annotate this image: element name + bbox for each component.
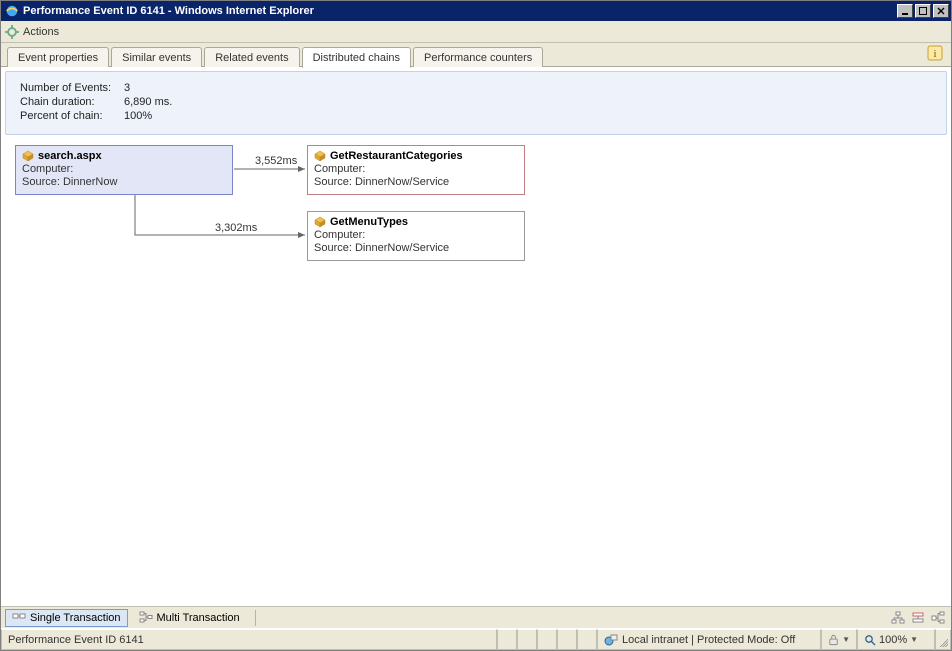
node-gmt-source-label: Source:: [314, 242, 352, 254]
node-gmt-computer-label: Computer:: [314, 229, 365, 241]
content-toolbar: Single Transaction Multi Transaction: [1, 606, 951, 628]
layout-button-3[interactable]: [929, 609, 947, 627]
node-search-computer-label: Computer:: [22, 163, 73, 175]
resize-grip[interactable]: [935, 629, 951, 650]
node-get-menu-types[interactable]: GetMenuTypes Computer: Source: DinnerNow…: [307, 211, 525, 261]
ie-icon: [5, 4, 19, 18]
status-pane-4: [557, 629, 577, 650]
summary-percent-value: 100%: [124, 110, 152, 122]
help-icon[interactable]: i: [927, 45, 943, 61]
window-title: Performance Event ID 6141 - Windows Inte…: [23, 5, 314, 17]
node-search-source-value: DinnerNow: [63, 176, 117, 188]
tree-icon: [891, 611, 905, 625]
status-pane-2: [517, 629, 537, 650]
tab-performance-counters[interactable]: Performance counters: [413, 47, 543, 67]
summary-percent-label: Percent of chain:: [20, 110, 124, 122]
dropdown-icon: ▼: [910, 635, 918, 644]
summary-events-value: 3: [124, 82, 130, 94]
tab-event-properties[interactable]: Event properties: [7, 47, 109, 67]
lock-icon: [828, 634, 839, 646]
node-gmt-title: GetMenuTypes: [330, 216, 408, 228]
tab-bar: Event properties Similar events Related …: [1, 43, 951, 67]
edge-1-label: 3,552ms: [255, 155, 297, 167]
status-pane-1: [497, 629, 517, 650]
toolbar-separator: [255, 610, 256, 626]
window-titlebar: Performance Event ID 6141 - Windows Inte…: [1, 1, 951, 21]
status-zone[interactable]: Local intranet | Protected Mode: Off: [597, 629, 821, 650]
tree-collapse-icon: [911, 611, 925, 625]
intranet-icon: [604, 633, 618, 647]
single-transaction-button[interactable]: Single Transaction: [5, 609, 128, 627]
multi-transaction-label: Multi Transaction: [157, 612, 240, 624]
node-search-title: search.aspx: [38, 150, 102, 162]
node-grc-title: GetRestaurantCategories: [330, 150, 463, 162]
status-pane-3: [537, 629, 557, 650]
event-icon: [314, 150, 326, 162]
multi-transaction-button[interactable]: Multi Transaction: [132, 609, 247, 627]
zoom-icon: [864, 634, 876, 646]
actions-menu[interactable]: Actions: [23, 26, 59, 38]
status-page-title: Performance Event ID 6141: [1, 629, 497, 650]
status-zoom[interactable]: 100% ▼: [857, 629, 935, 650]
node-search-source-label: Source:: [22, 176, 60, 188]
minimize-button[interactable]: [897, 4, 913, 18]
layout-button-2[interactable]: [909, 609, 927, 627]
menubar: Actions: [1, 21, 951, 43]
node-get-restaurant-categories[interactable]: GetRestaurantCategories Computer: Source…: [307, 145, 525, 195]
layout-button-1[interactable]: [889, 609, 907, 627]
summary-events-label: Number of Events:: [20, 82, 124, 94]
status-zone-text: Local intranet | Protected Mode: Off: [622, 634, 795, 646]
gear-icon: [5, 25, 19, 39]
multi-transaction-icon: [139, 611, 153, 625]
single-transaction-icon: [12, 611, 26, 625]
single-transaction-label: Single Transaction: [30, 612, 121, 624]
status-zoom-text: 100%: [879, 634, 907, 646]
maximize-button[interactable]: [915, 4, 931, 18]
tree-expand-icon: [931, 611, 945, 625]
chain-diagram[interactable]: search.aspx Computer: Source: DinnerNow …: [5, 139, 947, 602]
node-gmt-source-value: DinnerNow/Service: [355, 242, 449, 254]
tab-related-events[interactable]: Related events: [204, 47, 299, 67]
close-button[interactable]: [933, 4, 949, 18]
tab-similar-events[interactable]: Similar events: [111, 47, 202, 67]
node-search[interactable]: search.aspx Computer: Source: DinnerNow: [15, 145, 233, 195]
event-icon: [314, 216, 326, 228]
status-pane-5: [577, 629, 597, 650]
summary-band: Number of Events: 3 Chain duration: 6,89…: [5, 71, 947, 135]
event-icon: [22, 150, 34, 162]
node-grc-source-label: Source:: [314, 176, 352, 188]
edge-2-label: 3,302ms: [215, 222, 257, 234]
summary-duration-label: Chain duration:: [20, 96, 124, 108]
node-grc-computer-label: Computer:: [314, 163, 365, 175]
svg-text:i: i: [933, 48, 936, 60]
status-bar: Performance Event ID 6141 Local intranet…: [1, 628, 951, 650]
node-grc-source-value: DinnerNow/Service: [355, 176, 449, 188]
summary-duration-value: 6,890 ms.: [124, 96, 172, 108]
status-security[interactable]: ▼: [821, 629, 857, 650]
tab-distributed-chains[interactable]: Distributed chains: [302, 47, 411, 68]
dropdown-icon: ▼: [842, 635, 850, 644]
content-area: Number of Events: 3 Chain duration: 6,89…: [1, 67, 951, 628]
